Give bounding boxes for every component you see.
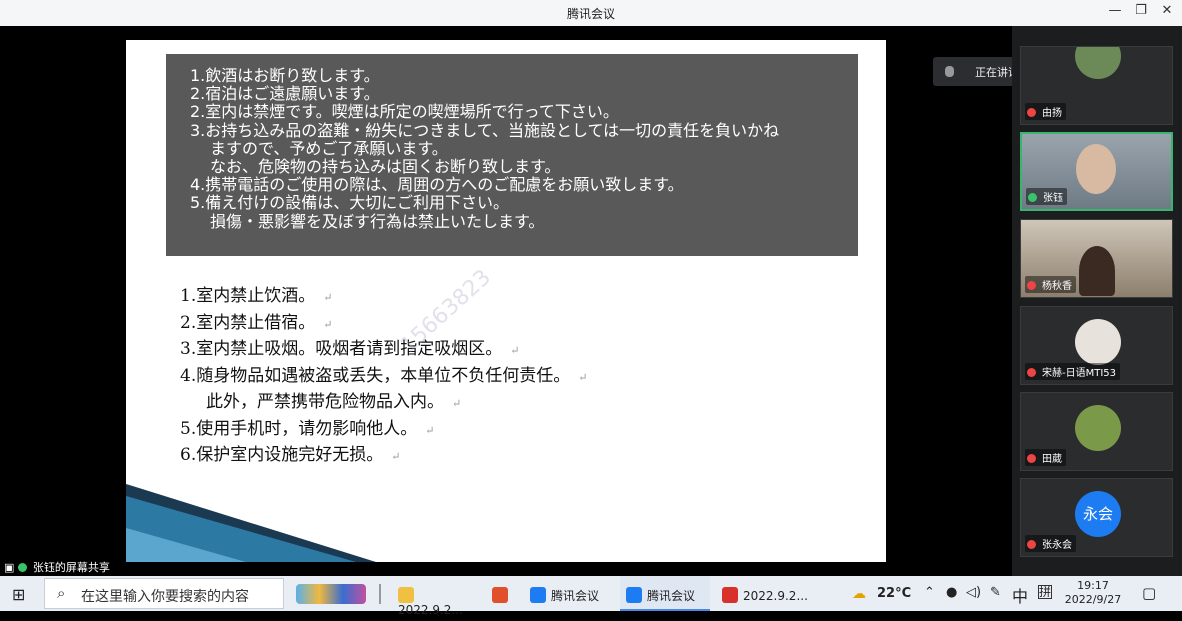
chinese-rule-line: 6.保护室内设施完好无损。 ↵ xyxy=(180,445,401,465)
chinese-rules-list: 1.室内禁止饮酒。 ↵ 2.室内禁止借宿。 ↵ 3.室内禁止吸烟。吸烟者请到指定吸烟区。… xyxy=(180,284,587,470)
participant-tile[interactable]: 永会 张永会 xyxy=(1020,478,1173,557)
avatar xyxy=(1075,47,1121,79)
weather-icon[interactable]: ☁ xyxy=(852,586,866,621)
chinese-rule-line: 3.室内禁止吸烟。吸烟者请到指定吸烟区。 ↵ xyxy=(180,339,520,359)
close-button[interactable]: ✕ xyxy=(1156,3,1178,18)
pen-icon[interactable]: ✎ xyxy=(990,585,1001,620)
japanese-rule-line: 5.備え付けの設備は、大切にご利用下さい。 xyxy=(190,193,509,213)
participant-tile[interactable]: 张钰 xyxy=(1020,132,1173,211)
avatar xyxy=(1075,405,1121,451)
ime-mode-icon[interactable]: 拼 xyxy=(1038,585,1052,599)
taskbar-separator xyxy=(379,584,381,604)
japanese-rules-box: 1.飲酒はお断り致します。 2.宿泊はご遠慮願います。 2.室内は禁煙です。喫煙は所… xyxy=(166,54,858,256)
japanese-rule-line: 4.携帯電話のご使用の際は、周囲の方へのご配慮をお願い致します。 xyxy=(190,175,684,195)
microphone-icon[interactable]: ● xyxy=(946,585,957,620)
ime-indicator[interactable]: 中 xyxy=(1012,583,1028,618)
japanese-rule-line: 損傷・悪影響を及ぼす行為は禁止いたします。 xyxy=(210,211,545,231)
participant-name: 杨秋香 xyxy=(1025,276,1076,293)
windows-start-icon[interactable]: ⊞ xyxy=(12,585,25,620)
participant-tile[interactable]: 田葳 xyxy=(1020,392,1173,471)
taskbar: ⊞ ⌕ 在这里输入你要搜索的内容 2022.9.2... 腾讯会议 腾讯会议 2022… xyxy=(0,576,1182,617)
taskbar-app[interactable]: 2022.9.2... xyxy=(716,576,808,611)
title-bar: 腾讯会议 — ❐ ✕ xyxy=(0,0,1182,26)
share-icon: ▣ xyxy=(4,561,15,574)
taskbar-app[interactable]: 腾讯会议 xyxy=(620,576,710,611)
paragraph-mark-icon: ↵ xyxy=(323,317,333,331)
notification-icon[interactable]: ▢ xyxy=(1142,584,1156,619)
tencent-meeting-icon xyxy=(530,587,546,603)
japanese-rule-line: 1.飲酒はお断り致します。 xyxy=(190,66,380,85)
folder-icon xyxy=(398,587,414,603)
mic-on-icon xyxy=(17,563,27,572)
avatar xyxy=(1075,319,1121,365)
japanese-rule-line: なお、危険物の持ち込みは固くお断り致します。 xyxy=(210,157,561,177)
japanese-rule-line: 2.宿泊はご遠慮願います。 xyxy=(190,84,380,104)
taskbar-app[interactable] xyxy=(486,576,514,611)
screen-share-label: ▣ 张钰的屏幕共享 xyxy=(0,559,110,576)
taskbar-app[interactable]: 腾讯会议 xyxy=(524,576,614,611)
participant-name: 由扬 xyxy=(1025,103,1066,120)
speaker-mic-icon xyxy=(945,66,954,77)
search-icon: ⌕ xyxy=(57,584,66,602)
avatar: 永会 xyxy=(1075,491,1121,537)
tencent-meeting-icon xyxy=(626,587,642,603)
participant-video xyxy=(1076,144,1116,194)
slide-decoration xyxy=(126,484,376,562)
paragraph-mark-icon: ↵ xyxy=(391,450,401,463)
participant-video xyxy=(1079,246,1115,296)
japanese-rule-line: 3.お持ち込み品の盗難・紛失につきまして、当施設としては一切の責任を負いかね xyxy=(190,120,780,140)
screen-share-area: 1.飲酒はお断り致します。 2.宿泊はご遠慮願います。 2.室内は禁煙です。喫煙は所… xyxy=(0,26,1012,576)
search-highlight-icon[interactable] xyxy=(296,584,366,604)
participants-sidebar: 由扬张钰杨秋香宋赫-日语MTI53 田葳永会 张永会 xyxy=(1012,26,1182,576)
chinese-rule-line: 2.室内禁止借宿。 ↵ xyxy=(180,312,333,333)
mic-on-icon xyxy=(1028,193,1037,202)
mic-muted-icon xyxy=(1027,108,1036,117)
participant-name: 田葳 xyxy=(1025,449,1066,466)
paragraph-mark-icon: ↵ xyxy=(510,344,520,357)
chevron-up-icon[interactable]: ⌃ xyxy=(924,585,935,620)
japanese-rule-line: ますので、予めご了承願います。 xyxy=(210,138,448,158)
participant-tile[interactable]: 宋赫-日语MTI53 xyxy=(1020,306,1173,385)
chinese-rule-line: 4.随身物品如遇被盗或丢失，本单位不负任何责任。 ↵ xyxy=(180,365,588,386)
chinese-rule-line: 1.室内禁止饮酒。 ↵ xyxy=(180,286,333,306)
mic-muted-icon xyxy=(1027,540,1036,549)
volume-icon[interactable]: ◁) xyxy=(966,585,981,620)
participant-tile[interactable]: 由扬 xyxy=(1020,46,1173,125)
participant-name: 张钰 xyxy=(1026,188,1067,205)
minimize-button[interactable]: — xyxy=(1104,3,1126,18)
mic-muted-icon xyxy=(1027,454,1036,463)
weather-temp[interactable]: 22°C xyxy=(877,586,911,621)
participant-tile[interactable]: 杨秋香 xyxy=(1020,219,1173,298)
window-title: 腾讯会议 xyxy=(566,7,615,21)
taskbar-clock[interactable]: 19:17 2022/9/27 xyxy=(1064,579,1122,607)
mic-muted-icon xyxy=(1027,281,1036,290)
paragraph-mark-icon: ↵ xyxy=(323,291,333,304)
taskbar-search-box[interactable]: ⌕ 在这里输入你要搜索的内容 xyxy=(44,578,284,609)
paragraph-mark-icon: ↵ xyxy=(578,370,588,384)
wps-icon xyxy=(722,587,738,603)
taskbar-app[interactable]: 2022.9.2... xyxy=(392,576,476,617)
chinese-rule-line: 5.使用手机时，请勿影响他人。 ↵ xyxy=(180,418,435,439)
restore-button[interactable]: ❐ xyxy=(1130,3,1152,18)
paragraph-mark-icon: ↵ xyxy=(452,397,462,410)
office-icon xyxy=(492,587,508,603)
japanese-rule-line: 2.室内は禁煙です。喫煙は所定の喫煙場所で行って下さい。 xyxy=(190,102,619,122)
shared-slide: 1.飲酒はお断り致します。 2.宿泊はご遠慮願います。 2.室内は禁煙です。喫煙は所… xyxy=(126,40,886,562)
participant-name: 张永会 xyxy=(1025,535,1076,552)
participant-name: 宋赫-日语MTI53 xyxy=(1025,363,1121,380)
paragraph-mark-icon: ↵ xyxy=(425,423,435,437)
mic-muted-icon xyxy=(1027,368,1036,377)
chinese-rule-line: 此外，严禁携带危险物品入内。 ↵ xyxy=(206,392,462,412)
